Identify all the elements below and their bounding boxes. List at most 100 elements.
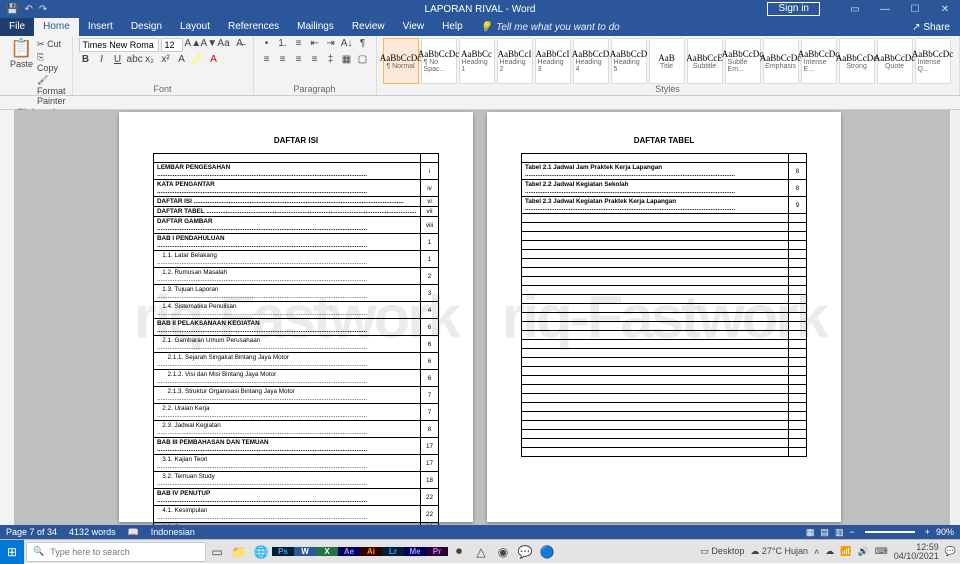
tab-design[interactable]: Design	[122, 18, 171, 36]
sort-icon[interactable]: A↓	[340, 38, 354, 52]
paste-button[interactable]: 📋Paste	[6, 38, 37, 107]
start-button[interactable]: ⊞	[0, 540, 24, 564]
shading-icon[interactable]: ▦	[340, 54, 354, 68]
table-row[interactable]	[522, 376, 807, 385]
excel-icon[interactable]: X	[316, 547, 338, 556]
italic-icon[interactable]: I	[95, 54, 109, 68]
maximize-icon[interactable]: ☐	[900, 4, 930, 15]
table-row[interactable]	[522, 214, 807, 223]
multilevel-icon[interactable]: ≡	[292, 38, 306, 52]
spell-check-icon[interactable]: 📖	[128, 527, 139, 538]
language-indicator[interactable]: ⌨	[875, 546, 888, 557]
horizontal-ruler[interactable]	[0, 96, 960, 110]
show-marks-icon[interactable]: ¶	[356, 38, 370, 52]
table-row[interactable]: 3.1. Kajian Teori ......................…	[154, 455, 439, 472]
zoom-in-icon[interactable]: +	[925, 527, 930, 537]
tab-view[interactable]: View	[394, 18, 434, 36]
desktop-toolbar[interactable]: ▭ Desktop	[700, 546, 744, 557]
underline-icon[interactable]: U	[111, 54, 125, 68]
screen-rec-icon[interactable]: ⏺	[448, 544, 470, 559]
media-encoder-icon[interactable]: Me	[404, 547, 426, 556]
bold-icon[interactable]: B	[79, 54, 93, 68]
table-row[interactable]	[154, 154, 439, 163]
style-intense-q-[interactable]: AaBbCcDcIntense Q...	[915, 38, 951, 84]
table-row[interactable]	[522, 439, 807, 448]
copy-button[interactable]: ⎘ Copy	[37, 51, 66, 74]
language[interactable]: Indonesian	[151, 527, 195, 537]
after-effects-icon[interactable]: Ae	[338, 547, 360, 556]
table-row[interactable]	[522, 403, 807, 412]
style-heading-4[interactable]: AaBbCcDHeading 4	[573, 38, 609, 84]
table-row[interactable]	[522, 250, 807, 259]
page-7[interactable]: riq-Fastwork DAFTAR ISI LEMBAR PENGESAHA…	[119, 112, 473, 522]
table-row[interactable]: 2.1.1. Sejarah Singakat Bintang Jaya Mot…	[154, 353, 439, 370]
table-row[interactable]	[522, 448, 807, 457]
table-row[interactable]: 4.1. Kesimpulan ........................…	[154, 506, 439, 523]
table-row[interactable]: BAB IV PENUTUP .........................…	[154, 489, 439, 506]
photoshop-icon[interactable]: Ps	[272, 547, 294, 556]
table-row[interactable]	[522, 385, 807, 394]
style-heading-1[interactable]: AaBbCcHeading 1	[459, 38, 495, 84]
task-view-icon[interactable]: ▭	[206, 545, 228, 559]
table-row[interactable]: KATA PENGANTAR .........................…	[154, 180, 439, 197]
undo-icon[interactable]: ↶	[24, 4, 32, 15]
clock[interactable]: 12:59 04/10/2021	[894, 543, 939, 561]
table-row[interactable]: Tabel 2.1 Jadwal Jam Praktek Kerja Lapan…	[522, 163, 807, 180]
clear-format-icon[interactable]: A̶	[233, 38, 247, 52]
table-row[interactable]	[522, 268, 807, 277]
tell-me[interactable]: 💡Tell me what you want to do	[480, 22, 620, 33]
justify-icon[interactable]: ≡	[308, 54, 322, 68]
table-row[interactable]	[522, 421, 807, 430]
font-name-combo[interactable]: Times New Roma	[79, 38, 159, 52]
premiere-icon[interactable]: Pr	[426, 547, 448, 556]
line-spacing-icon[interactable]: ‡	[324, 54, 338, 68]
minimize-icon[interactable]: —	[870, 4, 900, 15]
page-indicator[interactable]: Page 7 of 34	[6, 527, 57, 537]
table-row[interactable]: BAB III PEMBAHASAN DAN TEMUAN ..........…	[154, 438, 439, 455]
tab-insert[interactable]: Insert	[79, 18, 122, 36]
superscript-icon[interactable]: x²	[159, 54, 173, 68]
table-row[interactable]	[522, 358, 807, 367]
style-intense-e-[interactable]: AaBbCcDcIntense E...	[801, 38, 837, 84]
align-left-icon[interactable]: ≡	[260, 54, 274, 68]
table-row[interactable]: Tabel 2.2 Jadwal Kegiatan Sekolah ......…	[522, 180, 807, 197]
table-row[interactable]	[522, 241, 807, 250]
style-emphasis[interactable]: AaBbCcDcEmphasis	[763, 38, 799, 84]
illustrator-icon[interactable]: Ai	[360, 547, 382, 556]
table-row[interactable]: DAFTAR GAMBAR ..........................…	[154, 217, 439, 234]
vertical-ruler[interactable]	[0, 110, 14, 525]
zoom-level[interactable]: 90%	[936, 527, 954, 537]
subscript-icon[interactable]: x₂	[143, 54, 157, 68]
font-size-combo[interactable]: 12	[161, 38, 183, 52]
word-icon[interactable]: W	[294, 547, 316, 556]
table-row[interactable]: 4.2. Saran .............................…	[154, 523, 439, 526]
style-strong[interactable]: AaBbCcDcStrong	[839, 38, 875, 84]
table-row[interactable]: DAFTAR TABEL ...........................…	[154, 207, 439, 217]
borders-icon[interactable]: ▢	[356, 54, 370, 68]
table-row[interactable]: LEMBAR PENGESAHAN ......................…	[154, 163, 439, 180]
taskbar-search[interactable]: 🔍Type here to search	[26, 542, 206, 562]
font-color-icon[interactable]: A	[207, 54, 221, 68]
tab-layout[interactable]: Layout	[171, 18, 219, 36]
table-row[interactable]: 2.2. Uraian Kerja ......................…	[154, 404, 439, 421]
align-right-icon[interactable]: ≡	[292, 54, 306, 68]
table-row[interactable]	[522, 367, 807, 376]
chrome-icon[interactable]: 🌐	[250, 545, 272, 559]
vertical-scrollbar[interactable]	[950, 110, 960, 525]
table-row[interactable]	[522, 412, 807, 421]
table-row[interactable]	[522, 232, 807, 241]
table-row[interactable]: BAB I PENDAHULUAN ......................…	[154, 234, 439, 251]
style-title[interactable]: AaBTitle	[649, 38, 685, 84]
inc-indent-icon[interactable]: ⇥	[324, 38, 338, 52]
table-row[interactable]: 2.1.3. Struktur Organisasi Bintang Jaya …	[154, 387, 439, 404]
app-icon[interactable]: ◉	[492, 545, 514, 559]
lightroom-icon[interactable]: Lr	[382, 547, 404, 556]
table-row[interactable]	[522, 259, 807, 268]
format-painter-button[interactable]: 🖌 Format Painter	[37, 74, 66, 107]
tab-home[interactable]: Home	[34, 18, 79, 36]
table-row[interactable]: DAFTAR ISI .............................…	[154, 197, 439, 207]
strike-icon[interactable]: abc	[127, 54, 141, 68]
sign-in-button[interactable]: Sign in	[767, 2, 820, 16]
align-center-icon[interactable]: ≡	[276, 54, 290, 68]
dec-indent-icon[interactable]: ⇤	[308, 38, 322, 52]
